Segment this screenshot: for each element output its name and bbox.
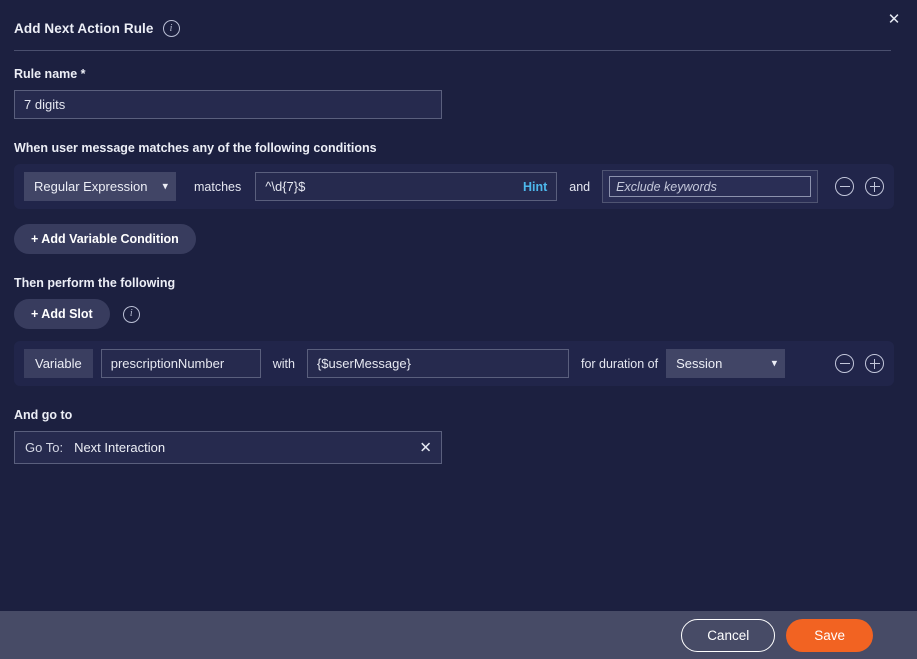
- info-circle-icon[interactable]: i: [162, 20, 180, 37]
- condition-operator-label: matches: [194, 179, 242, 194]
- condition-row-controls: [835, 177, 884, 196]
- condition-type-value: Regular Expression: [34, 179, 148, 194]
- condition-type-select[interactable]: Regular Expression ▾: [24, 172, 176, 201]
- cancel-button[interactable]: Cancel: [681, 618, 776, 652]
- save-button[interactable]: Save: [786, 618, 873, 652]
- goto-field[interactable]: Go To: Next Interaction ✕: [14, 431, 442, 464]
- condition-conjunction-label: and: [569, 179, 591, 194]
- minus-circle-icon[interactable]: [835, 354, 854, 373]
- dialog-title-row: Add Next Action Rule i: [14, 20, 903, 50]
- hint-link[interactable]: Hint: [523, 180, 547, 194]
- exclude-keywords-wrap: [602, 170, 819, 203]
- chevron-down-icon: ▾: [771, 356, 778, 369]
- slot-name-input[interactable]: [100, 349, 261, 378]
- minus-circle-icon[interactable]: [835, 177, 854, 196]
- close-icon[interactable]: ✕: [419, 440, 432, 455]
- slot-duration-label: for duration of: [580, 356, 659, 371]
- exclude-keywords-input[interactable]: [609, 176, 812, 197]
- goto-heading: And go to: [14, 408, 73, 422]
- dialog-body: Rule name * When user message matches an…: [0, 51, 917, 611]
- dialog-footer: Cancel Save: [0, 611, 917, 659]
- add-slot-row: + Add Slot i: [14, 299, 903, 329]
- goto-label: Go To:: [25, 440, 64, 455]
- plus-circle-icon[interactable]: [865, 177, 884, 196]
- condition-row: Regular Expression ▾ matches Hint and: [14, 164, 894, 209]
- rule-name-input[interactable]: [14, 90, 442, 119]
- close-icon[interactable]: ✕: [881, 6, 907, 32]
- slot-row: Variable with for duration of Session ▾: [14, 341, 894, 386]
- actions-heading: Then perform the following: [14, 276, 176, 290]
- slot-value-input[interactable]: [306, 349, 569, 378]
- info-circle-icon[interactable]: i: [122, 305, 140, 323]
- slot-duration-select[interactable]: Session ▾: [666, 349, 786, 378]
- slot-with-label: with: [272, 356, 295, 371]
- condition-pattern-wrap: Hint: [255, 172, 558, 201]
- dialog-title: Add Next Action Rule: [14, 21, 154, 36]
- add-slot-button[interactable]: + Add Slot: [14, 299, 110, 329]
- slot-row-controls: [835, 354, 884, 373]
- slot-duration-value: Session: [676, 356, 723, 371]
- plus-circle-icon[interactable]: [865, 354, 884, 373]
- rule-name-label: Rule name *: [14, 67, 86, 81]
- header-divider: [14, 50, 891, 51]
- add-next-action-rule-dialog: Add Next Action Rule i ✕ Rule name * Whe…: [0, 0, 917, 659]
- add-variable-condition-button[interactable]: + Add Variable Condition: [14, 224, 196, 254]
- conditions-heading: When user message matches any of the fol…: [14, 141, 377, 155]
- slot-kind-chip[interactable]: Variable: [24, 349, 93, 378]
- condition-pattern-input[interactable]: [255, 172, 558, 201]
- goto-value: Next Interaction: [74, 440, 166, 455]
- chevron-down-icon: ▾: [162, 179, 168, 192]
- dialog-header: Add Next Action Rule i ✕: [0, 0, 917, 51]
